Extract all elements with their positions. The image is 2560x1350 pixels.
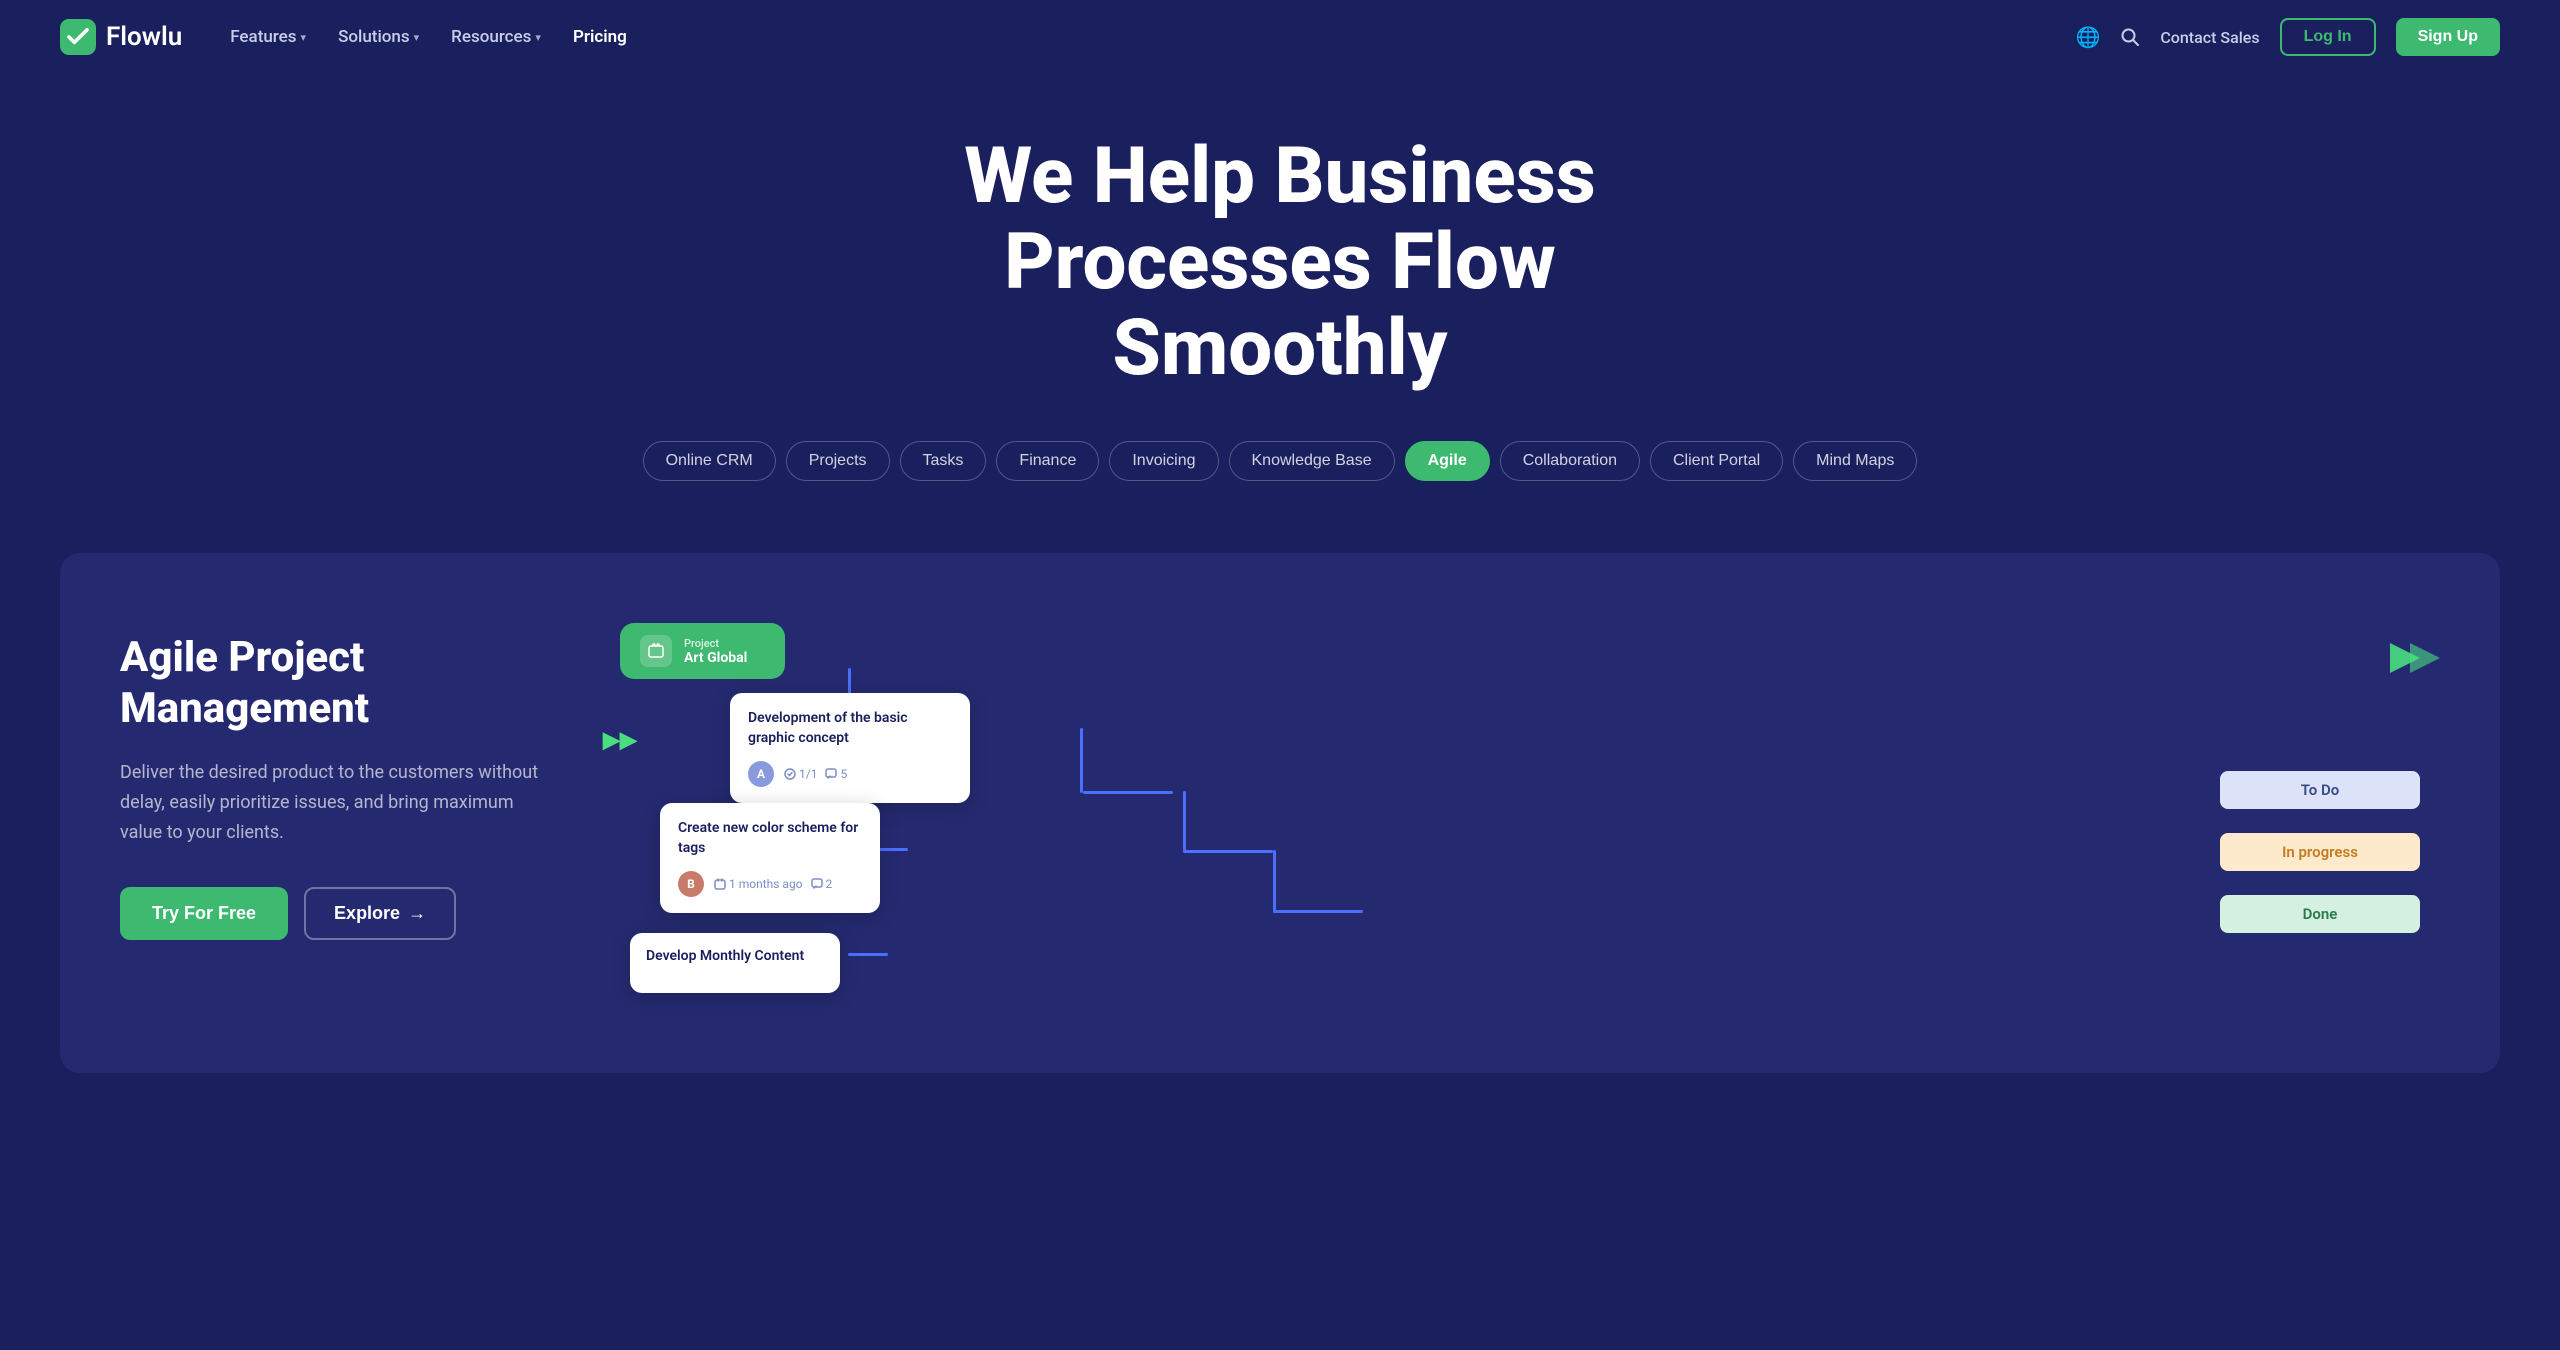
card-text-section: Agile Project Management Deliver the des… <box>120 613 540 940</box>
chevron-down-icon: ▾ <box>414 31 420 44</box>
login-button[interactable]: Log In <box>2280 18 2376 56</box>
comments-icon: 5 <box>825 767 847 781</box>
chevron-down-icon: ▾ <box>535 31 541 44</box>
task1-meta: 1/1 5 <box>784 767 847 781</box>
nav-item-features[interactable]: Features ▾ <box>230 27 306 47</box>
task-card-1: Development of the basic graphic concept… <box>730 693 970 802</box>
connector-v-kanban2 <box>1183 791 1186 851</box>
decorative-arrow <box>2390 633 2450 687</box>
project-icon <box>640 635 672 667</box>
tab-collaboration[interactable]: Collaboration <box>1500 441 1640 481</box>
search-icon[interactable] <box>2120 27 2140 47</box>
nav-item-pricing[interactable]: Pricing <box>573 27 627 47</box>
connector-h-kanban-done <box>1273 910 1363 913</box>
connector-h-kanban-inp <box>1183 850 1273 853</box>
task1-avatar: A <box>748 761 774 787</box>
card-title: Agile Project Management <box>120 633 540 734</box>
tab-finance[interactable]: Finance <box>996 441 1099 481</box>
tab-agile[interactable]: Agile <box>1405 441 1490 481</box>
connector-h-kanban-todo <box>1083 791 1173 794</box>
task1-footer: A 1/1 5 <box>748 761 952 787</box>
card-actions: Try For Free Explore → <box>120 887 540 940</box>
comments2-icon: 2 <box>811 877 833 891</box>
flow-arrows: ▶▶ <box>603 728 637 753</box>
logo-text: Flowlu <box>106 22 182 52</box>
signup-button[interactable]: Sign Up <box>2396 18 2500 56</box>
tab-invoicing[interactable]: Invoicing <box>1109 441 1218 481</box>
tab-online-crm[interactable]: Online CRM <box>643 441 776 481</box>
explore-button[interactable]: Explore → <box>304 887 456 940</box>
date-icon: 1 months ago <box>714 877 803 891</box>
tab-knowledge-base[interactable]: Knowledge Base <box>1229 441 1395 481</box>
nav-right: 🌐 Contact Sales Log In Sign Up <box>2075 18 2500 56</box>
project-text: Project Art Global <box>684 637 747 666</box>
card-description: Deliver the desired product to the custo… <box>120 758 540 847</box>
connector-v-kanban <box>1080 728 1083 793</box>
tab-client-portal[interactable]: Client Portal <box>1650 441 1783 481</box>
hero-title: We Help Business Processes Flow Smoothly <box>830 134 1730 391</box>
task-card-2: Create new color scheme for tags B 1 mon… <box>660 803 880 912</box>
feature-tabs: Online CRM Projects Tasks Finance Invoic… <box>40 441 2520 481</box>
tab-mind-maps[interactable]: Mind Maps <box>1793 441 1917 481</box>
kanban-todo-column: To Do <box>2220 771 2420 809</box>
agile-visualization: Project Art Global ▶▶ <box>600 613 2440 1013</box>
tab-tasks[interactable]: Tasks <box>900 441 987 481</box>
connector-v-kanban3 <box>1273 850 1276 912</box>
tab-projects[interactable]: Projects <box>786 441 890 481</box>
task2-avatar: B <box>678 871 704 897</box>
logo[interactable]: Flowlu <box>60 19 182 55</box>
globe-icon[interactable]: 🌐 <box>2075 25 2100 50</box>
kanban-inprogress-column: In progress <box>2220 833 2420 871</box>
task-card-3: Develop Monthly Content <box>630 933 840 993</box>
kanban-done-column: Done <box>2220 895 2420 933</box>
chevron-down-icon: ▾ <box>301 31 307 44</box>
task2-meta: 1 months ago 2 <box>714 877 832 891</box>
card-visual: Project Art Global ▶▶ <box>600 613 2440 1013</box>
subtasks-icon: 1/1 <box>784 767 817 781</box>
nav-item-solutions[interactable]: Solutions ▾ <box>338 27 419 47</box>
nav-links: Features ▾ Solutions ▾ Resources ▾ Prici… <box>230 27 627 47</box>
hero-section: We Help Business Processes Flow Smoothly… <box>0 74 2560 553</box>
feature-card: Agile Project Management Deliver the des… <box>60 553 2500 1073</box>
nav-item-resources[interactable]: Resources ▾ <box>451 27 541 47</box>
task2-footer: B 1 months ago 2 <box>678 871 862 897</box>
try-free-button[interactable]: Try For Free <box>120 887 288 940</box>
connector-h-task3 <box>848 953 888 956</box>
logo-icon <box>60 19 96 55</box>
contact-sales-link[interactable]: Contact Sales <box>2160 28 2259 47</box>
navbar: Flowlu Features ▾ Solutions ▾ Resources … <box>0 0 2560 74</box>
